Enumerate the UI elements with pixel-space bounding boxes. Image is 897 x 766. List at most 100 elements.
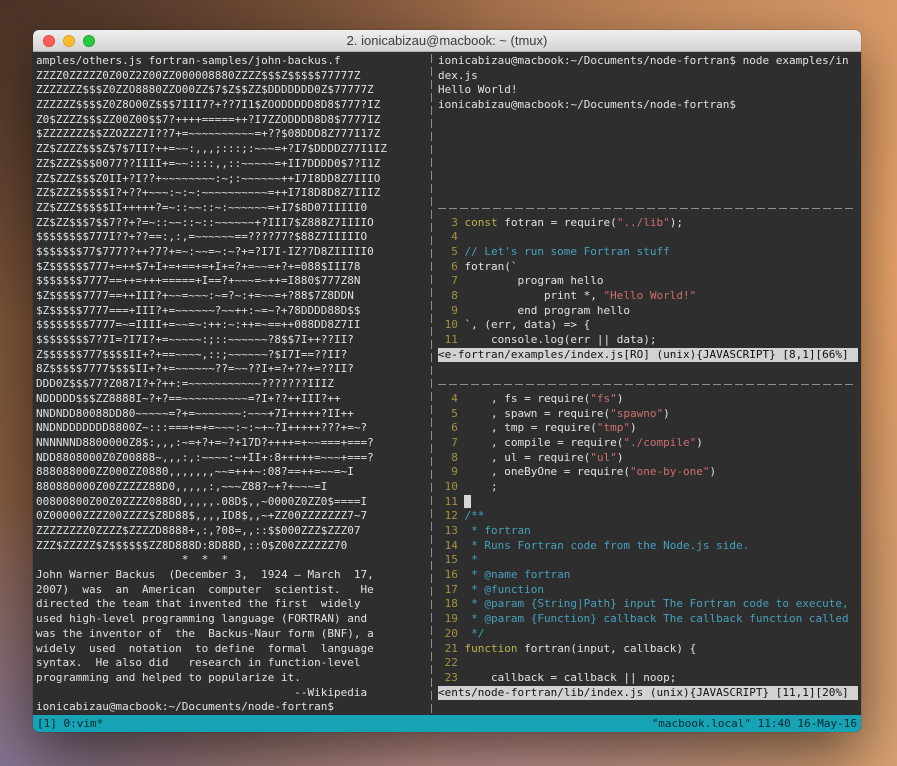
terminal-line: was the inventor of the Backus-Naur form… [36,627,428,642]
vim-examples-code: 3const fotran = require("../lib");45// L… [438,216,858,348]
code-line: 19 * @param {Function} callback The call… [438,612,858,627]
terminal-line: $$$$$$$$7777=~=IIII+=~~=~:++:~:++=~==++0… [36,318,428,333]
pane-separator-vertical[interactable] [428,54,436,715]
code-segment: `, (err, data) => { [464,318,590,331]
line-number: 14 [438,539,458,554]
terminal-line: 8Z$$$$$7777$$$$II+?+=~~~~~~??=~~??I+=?+?… [36,362,428,377]
terminal-line: NDDDDD$$$ZZ8888I~?+?==~~~~~~~~~~=?I+??++… [36,392,428,407]
terminal-line: $$$$$$$$777I??+??==:,:,=~~~~~~==????77?$… [36,230,428,245]
code-segment: ; [464,480,497,493]
line-number: 7 [438,274,458,289]
code-segment: fortran(input, callback) { [517,642,696,655]
terminal-line: ionicabizau@macbook:~/Documents/node-for… [438,54,858,69]
terminal-line: Z$$$$$$777$$$$II+?+==~~~~,::;~~~~~~?$I7I… [36,348,428,363]
terminal-line: NNDNDD80088DD80~~~~~=?+=~~~~~~~:~~~+7I++… [36,407,428,422]
close-button[interactable] [43,35,55,47]
code-line: 4 [438,230,858,245]
line-number: 16 [438,568,458,583]
code-segment: callback = callback || noop; [464,671,676,684]
line-number: 21 [438,642,458,657]
terminal-line: 0Z00000ZZZZ00ZZZZ$Z8D88$,,,,ID8$,,~+ZZ00… [36,509,428,524]
terminal-line: 888088000ZZ000ZZ0880,,,,,,,~~=+++~:08?==… [36,465,428,480]
vim-pane-lib[interactable]: 4 , fs = require("fs")5 , spawn = requir… [438,392,858,715]
zoom-button[interactable] [83,35,95,47]
terminal-line: ZZZ$ZZZZZ$Z$$$$$$ZZ8D888D:8D88D,::0$Z00Z… [36,539,428,554]
terminal-line: widely used notation to define formal la… [36,642,428,657]
terminal-line: 880880000Z00ZZZZZ88D0,,,,,:,~~~Z88?~+?+~… [36,480,428,495]
code-segment: "tmp" [597,421,630,434]
code-segment: */ [464,627,484,640]
terminal-line: $$$$$$$7777==++=+++=====+I==?+~~~=~++=I8… [36,274,428,289]
vim-lib-code: 4 , fs = require("fs")5 , spawn = requir… [438,392,858,686]
terminal-line: John Warner Backus (December 3, 1924 – M… [36,568,428,583]
vim-statusline-lib: <ents/node-fortran/lib/index.js (unix){J… [438,686,858,701]
left-shell-pane[interactable]: amples/others.js fortran-samples/john-ba… [36,54,428,715]
code-line: 18 * @param {String|Path} input The Fort… [438,597,858,612]
code-segment: , ul = require( [464,451,590,464]
terminal-line: $$$$$$$77$777??++?7?+=~:~~=~:~?+=?I7I-IZ… [36,245,428,260]
code-line: 5 , spawn = require("spawno") [438,407,858,422]
line-number: 3 [438,216,458,231]
window-titlebar[interactable]: 2. ionicabizau@macbook: ~ (tmux) [33,30,861,52]
code-line: 6fotran(` [438,260,858,275]
desktop: { "window": { "title": "2. ionicabizau@m… [0,0,897,766]
minimize-button[interactable] [63,35,75,47]
code-line: 11 [438,495,858,510]
tmux-status-bar: [1] 0:vim* "macbook.local" 11:40 16-May-… [33,715,861,732]
vim-pane-examples[interactable]: 3const fotran = require("../lib");45// L… [438,216,858,378]
right-top-shell-pane[interactable]: ionicabizau@macbook:~/Documents/node-for… [438,54,858,201]
line-number: 11 [438,333,458,348]
code-segment: "fs" [590,392,617,405]
line-number: 4 [438,230,458,245]
terminal-line: $Z$$$$$$777+=++$7+I+=+==+=+I+=?+=~~=+?+=… [36,260,428,275]
code-line: 11 console.log(err || data); [438,333,858,348]
terminal-line: used high-level programming language (FO… [36,612,428,627]
terminal-line: ZZ$ZZ$$$7$$7??+?=~::~~::~::~~~~~~+?III7$… [36,216,428,231]
code-line: 23 callback = callback || noop; [438,671,858,686]
line-number: 12 [438,509,458,524]
vim-cmdline-examples [438,362,858,377]
terminal-line: $ZZZZZZZ$$ZZOZZZ7I??7+=~~~~~~~~~~=+??$08… [36,127,428,142]
terminal-line: Z0$ZZZZ$$$ZZ00Z00$$7?++++=====++?I7ZZODD… [36,113,428,128]
terminal-line: ZZZZ0ZZZZZ0Z00Z2Z00ZZ000008880ZZZZ$$$Z$$… [36,69,428,84]
line-number: 13 [438,524,458,539]
code-line: 15 * [438,553,858,568]
code-line: 14 * Runs Fortran code from the Node.js … [438,539,858,554]
terminal-line: NNDNDDDDDDD8800Z~:::===+=+=~~~:~:~+~?I++… [36,421,428,436]
terminal-line: $Z$$$$$7777===+III?+=~~~~~~?~~++:~=~?+78… [36,304,428,319]
terminal-line: Hello World! [438,83,858,98]
code-line: 20 */ [438,627,858,642]
code-line: 10 ; [438,480,858,495]
code-line: 16 * @name fortran [438,568,858,583]
code-segment: "ul" [590,451,617,464]
code-line: 7 , compile = require("./compile") [438,436,858,451]
line-number: 7 [438,436,458,451]
terminal-line: directed the team that invented the firs… [36,597,428,612]
traffic-lights [43,35,95,47]
terminal-line: --Wikipedia [36,686,428,701]
line-number: 22 [438,656,458,671]
terminal-line: ZZZZZZZZ0ZZZZ$ZZZZD8888+,:,?08=,,::$$000… [36,524,428,539]
code-segment: * fortran [464,524,530,537]
code-segment: /** [464,509,484,522]
terminal-window: 2. ionicabizau@macbook: ~ (tmux) amples/… [33,30,861,732]
code-segment: * Runs Fortran code from the Node.js sid… [464,539,749,552]
code-line: 12 /** [438,509,858,524]
code-segment: , compile = require( [464,436,623,449]
terminal-line: $Z$$$$$7777==++III?+~~=~~~:~=?~:+=~~=+?8… [36,289,428,304]
line-number: 6 [438,260,458,275]
pane-separator-horizontal-1[interactable] [438,201,858,216]
terminal-line: ZZ$ZZZ$$$0077??IIII+=~~::::,,::~~~~~=+II… [36,157,428,172]
terminal-line: 00800800Z00Z0ZZZZ0888D,,,,,.08D$,,~0000Z… [36,495,428,510]
tmux-session-window-info[interactable]: [1] 0:vim* [37,717,103,730]
right-shell-content: ionicabizau@macbook:~/Documents/node-for… [438,54,858,113]
line-number: 23 [438,671,458,686]
code-segment: function [464,642,517,655]
line-number: 5 [438,245,458,260]
code-segment: , spawn = require( [464,407,610,420]
pane-separator-horizontal-2[interactable] [438,377,858,392]
code-segment: fotran = require( [504,216,617,229]
line-number: 18 [438,597,458,612]
terminal-line: dex.js [438,69,858,84]
line-number: 17 [438,583,458,598]
